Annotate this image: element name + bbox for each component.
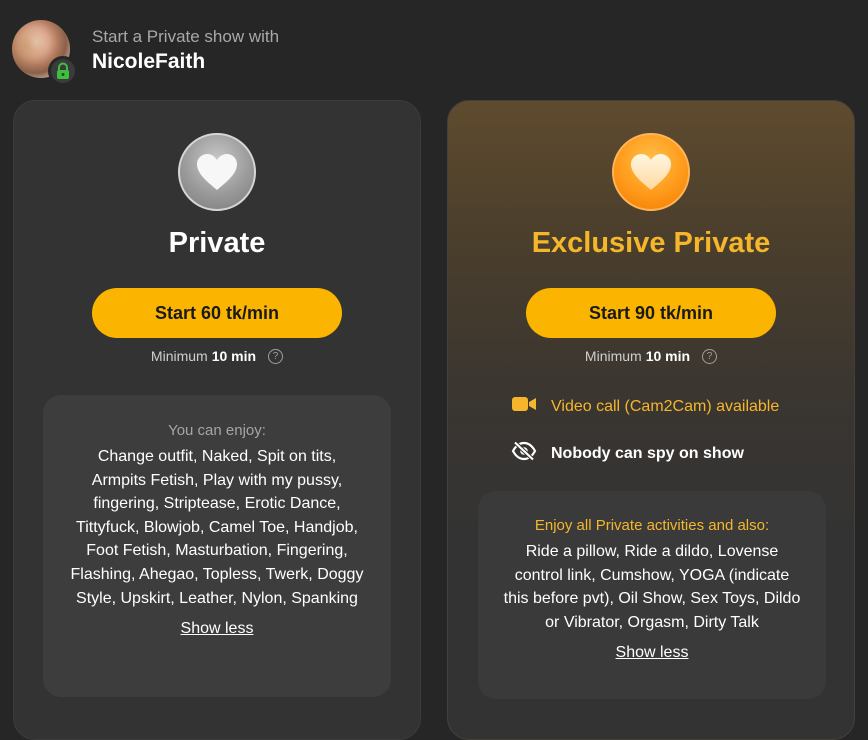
header-subtitle: Start a Private show with (92, 27, 280, 46)
show-less-link[interactable]: Show less (181, 620, 254, 638)
activities-list: Change outfit, Naked, Spit on tits, Armp… (70, 448, 364, 607)
minimum-label: Minimum (584, 348, 642, 364)
minimum-value: 10 min (645, 348, 691, 364)
private-minimum: Minimum 10 min ? (14, 348, 420, 364)
minimum-value: 10 min (211, 348, 257, 364)
help-icon[interactable]: ? (702, 348, 718, 364)
minimum-label: Minimum (150, 348, 208, 364)
show-less-link[interactable]: Show less (616, 644, 689, 662)
video-camera-icon (511, 395, 537, 418)
activities-list: Ride a pillow, Ride a dildo, Lovense con… (503, 543, 801, 631)
start-private-button[interactable]: Start 60 tk/min (92, 288, 342, 338)
feature-video-label: Video call (Cam2Cam) available (551, 397, 780, 415)
help-icon[interactable]: ? (268, 348, 284, 364)
start-exclusive-button[interactable]: Start 90 tk/min (526, 288, 776, 338)
feature-no-spy: Nobody can spy on show (511, 441, 744, 466)
lock-icon (48, 56, 78, 86)
private-title: Private (168, 227, 266, 259)
heart-icon (178, 133, 256, 211)
exclusive-minimum: Minimum 10 min ? (448, 348, 854, 364)
feature-spy-label: Nobody can spy on show (551, 444, 744, 462)
feature-video-call: Video call (Cam2Cam) available (511, 395, 779, 418)
exclusive-activities-box: Enjoy all Private activities and also: R… (478, 491, 826, 699)
enjoy-heading: You can enjoy: (168, 422, 266, 439)
exclusive-plan-card: Exclusive Private Start 90 tk/min Minimu… (447, 100, 855, 740)
heart-icon (612, 133, 690, 211)
eye-off-icon (511, 441, 537, 466)
private-activities-box: You can enjoy: Change outfit, Naked, Spi… (43, 395, 391, 697)
show-header: Start a Private show with NicoleFaith (12, 20, 612, 86)
model-name: NicoleFaith (92, 50, 206, 73)
private-plan-card: Private Start 60 tk/min Minimum 10 min ?… (13, 100, 421, 740)
enjoy-heading: Enjoy all Private activities and also: (534, 517, 770, 534)
exclusive-title: Exclusive Private (531, 227, 771, 259)
